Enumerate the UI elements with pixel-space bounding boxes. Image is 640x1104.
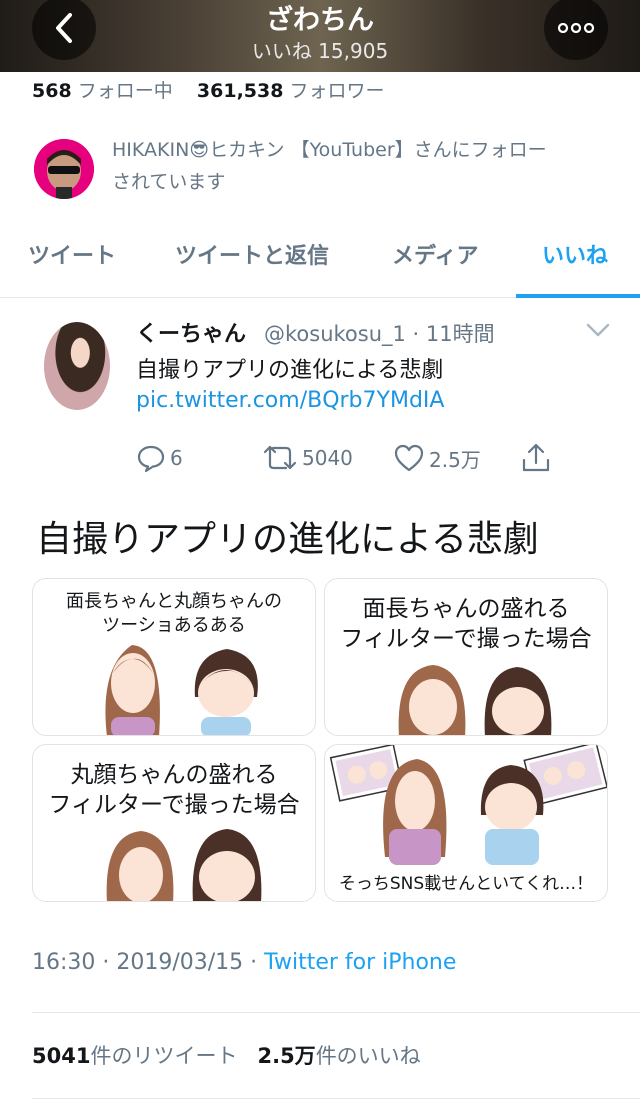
panel-4-caption-line1: そっちSNS載せんといてくれ…！ (338, 874, 594, 894)
retweet-icon (263, 445, 297, 470)
comic-panel-4[interactable]: そっちSNS載せんといてくれ…！ (324, 744, 608, 902)
tweet-timestamp: 16:30 · 2019/03/15 · (32, 950, 265, 975)
comic-panel-2[interactable]: 面長ちゃんの盛れる フィルターで撮った場合 (324, 578, 608, 736)
panel-1-caption-line1: 面長ちゃんと丸顔ちゃんの (66, 591, 282, 612)
like-count: 2.5万 (429, 447, 481, 472)
comic-panel-1[interactable]: 面長ちゃんと丸顔ちゃんの ツーショあるある (32, 578, 316, 736)
tweet-author-avatar[interactable] (44, 322, 110, 410)
like-total-label: 件のいいね (315, 1044, 421, 1068)
person-photo-icon (34, 139, 94, 199)
image-card-title: 自撮りアプリの進化による悲劇 (36, 519, 539, 560)
tweet-media-link[interactable]: pic.twitter.com/BQrb7YMdIA (136, 388, 444, 413)
retweet-count: 5040 (302, 446, 353, 470)
reply-count: 6 (170, 446, 183, 470)
followers-label: フォロワー (289, 80, 385, 102)
follow-counts: 568 フォロー中 361,538 フォロワー (32, 76, 385, 103)
tweet-author-name[interactable]: くーちゃん (136, 316, 246, 348)
followed-by-notice: HIKAKIN😎ヒカキン 【YouTuber】さんにフォロー されています (112, 134, 612, 198)
panel-2-caption-line1: 面長ちゃんの盛れる (362, 596, 570, 622)
more-dots-icon (558, 23, 594, 33)
tweet-source-link[interactable]: Twitter for iPhone (264, 950, 456, 975)
profile-tabs: ツイート ツイートと返信 メディア いいね (0, 224, 640, 298)
tab-media[interactable]: メディア (392, 238, 478, 270)
tweet-menu-button[interactable] (586, 322, 610, 342)
share-button[interactable] (520, 440, 552, 476)
share-icon (522, 443, 550, 472)
like-total: 2.5万 (257, 1044, 316, 1068)
active-tab-indicator (516, 294, 640, 298)
tab-tweets[interactable]: ツイート (28, 238, 116, 270)
followers-link[interactable]: 361,538 フォロワー (197, 80, 385, 102)
following-count: 568 (32, 80, 72, 102)
panel-3-caption-line1: 丸顔ちゃんの盛れる (70, 762, 278, 788)
retweet-total: 5041 (32, 1044, 91, 1068)
likes-stat[interactable]: 2.5万件のいいね (257, 1044, 420, 1068)
retweets-stat[interactable]: 5041件のリツイート (32, 1044, 237, 1068)
filtered-girls-illustration (398, 665, 552, 735)
tweet-timestamp-source: 16:30 · 2019/03/15 · Twitter for iPhone (32, 950, 456, 975)
follower-avatar[interactable] (34, 139, 94, 199)
filtered-girls-illustration-2 (106, 829, 262, 901)
divider (32, 1012, 640, 1013)
followed-by-line1: HIKAKIN😎ヒカキン 【YouTuber】さんにフォロー (112, 139, 547, 161)
retweet-total-label: 件のリツイート (90, 1044, 238, 1068)
following-label: フォロー中 (77, 80, 173, 102)
reply-icon (137, 445, 165, 473)
tab-likes[interactable]: いいね (542, 238, 608, 270)
heart-icon (394, 444, 424, 472)
panel-1-caption-line2: ツーショあるある (102, 615, 246, 636)
followed-by-line2: されています (112, 171, 226, 193)
likes-count-subtitle: いいね 15,905 (251, 39, 389, 63)
profile-header-banner: ざわちん いいね 15,905 (0, 0, 640, 72)
two-girls-illustration (105, 645, 258, 735)
divider (32, 1098, 640, 1099)
chevron-down-icon (586, 323, 610, 337)
panel-2-caption-line2: フィルターで撮った場合 (340, 626, 592, 652)
tweet-author-handle: @kosukosu_1 · 11時間 (264, 322, 495, 346)
reply-button[interactable]: 6 (136, 440, 183, 476)
tweet-text: 自撮りアプリの進化による悲劇 (136, 358, 444, 383)
following-link[interactable]: 568 フォロー中 (32, 80, 173, 102)
panel-3-caption-line2: フィルターで撮った場合 (48, 792, 300, 818)
tweet-engagement-stats: 5041件のリツイート 2.5万件のいいね (32, 1040, 421, 1070)
like-button[interactable]: 2.5万 (393, 440, 481, 476)
comic-panel-3[interactable]: 丸顔ちゃんの盛れる フィルターで撮った場合 (32, 744, 316, 902)
retweet-button[interactable]: 5040 (262, 440, 353, 476)
followers-count: 361,538 (196, 80, 284, 102)
tab-tweets-and-replies[interactable]: ツイートと返信 (175, 238, 329, 270)
